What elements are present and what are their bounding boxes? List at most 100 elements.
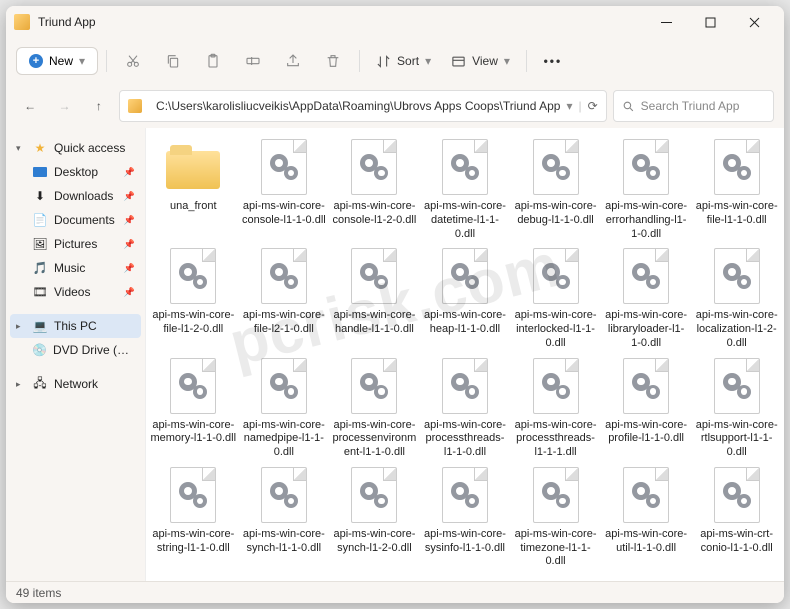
view-label: View [472,54,498,68]
up-button[interactable]: ↑ [85,90,113,122]
navigation-pane: ▾★Quick access Desktop📌 ⬇Downloads📌 📄Doc… [6,128,146,581]
new-button[interactable]: + New ▾ [16,47,98,75]
star-icon: ★ [32,140,48,156]
file-item[interactable]: api-ms-win-core-handle-l1-1-0.dll [331,247,417,350]
dvd-icon: 💿 [32,342,47,358]
dll-file-icon [527,357,585,415]
file-item[interactable]: api-ms-win-core-heap-l1-1-0.dll [422,247,508,350]
file-item[interactable]: api-ms-win-core-datetime-l1-1-0.dll [422,138,508,241]
maximize-button[interactable] [688,7,732,37]
file-item[interactable]: api-ms-win-core-console-l1-1-0.dll [241,138,327,241]
file-item[interactable]: api-ms-win-core-file-l1-1-0.dll [694,138,780,241]
music-icon: 🎵 [32,260,48,276]
refresh-button[interactable]: ⟳ [588,99,598,113]
folder-icon [164,138,222,196]
folder-item[interactable]: una_front [150,138,236,241]
dll-file-icon [708,466,766,524]
file-item[interactable]: api-ms-win-core-string-l1-1-0.dll [150,466,236,569]
minimize-button[interactable] [644,7,688,37]
file-name: api-ms-win-core-rtlsupport-l1-1-0.dll [694,419,780,460]
file-item[interactable]: api-ms-win-core-memory-l1-1-0.dll [150,357,236,460]
file-name: api-ms-win-core-namedpipe-l1-1-0.dll [241,419,327,460]
file-item[interactable]: api-ms-win-core-util-l1-1-0.dll [603,466,689,569]
chevron-down-icon: ▾ [425,54,431,68]
window-title: Triund App [38,15,644,29]
back-button[interactable]: ← [16,90,44,122]
file-name: api-ms-win-core-interlocked-l1-1-0.dll [513,309,599,350]
file-name: api-ms-win-core-handle-l1-1-0.dll [331,309,417,337]
dll-file-icon [708,247,766,305]
dll-file-icon [617,138,675,196]
file-item[interactable]: api-ms-win-core-processenvironment-l1-1-… [331,357,417,460]
plus-icon: + [29,54,43,68]
file-pane[interactable]: una_frontapi-ms-win-core-console-l1-1-0.… [146,128,784,581]
dll-file-icon [436,466,494,524]
file-name: api-ms-win-crt-conio-l1-1-0.dll [694,528,780,556]
sidebar-item-quick-access[interactable]: ▾★Quick access [10,136,141,160]
network-icon: 🖧 [32,376,48,392]
file-item[interactable]: api-ms-win-crt-conio-l1-1-0.dll [694,466,780,569]
more-button[interactable]: ••• [535,44,571,78]
file-name: api-ms-win-core-file-l1-2-0.dll [150,309,236,337]
paste-button[interactable] [195,44,231,78]
documents-icon: 📄 [32,212,48,228]
dll-file-icon [164,357,222,415]
chevron-down-icon[interactable]: ▾ [566,99,572,113]
dll-file-icon [527,466,585,524]
file-item[interactable]: api-ms-win-core-timezone-l1-1-0.dll [513,466,599,569]
sidebar-item-network[interactable]: ▸🖧Network [10,372,141,396]
sidebar-item-downloads[interactable]: ⬇Downloads📌 [10,184,141,208]
file-item[interactable]: api-ms-win-core-profile-l1-1-0.dll [603,357,689,460]
file-item[interactable]: api-ms-win-core-debug-l1-1-0.dll [513,138,599,241]
file-item[interactable]: api-ms-win-core-synch-l1-1-0.dll [241,466,327,569]
dll-file-icon [708,138,766,196]
file-name: api-ms-win-core-console-l1-2-0.dll [331,200,417,228]
delete-button[interactable] [315,44,351,78]
file-item[interactable]: api-ms-win-core-file-l2-1-0.dll [241,247,327,350]
dll-file-icon [345,247,403,305]
pin-icon: 📌 [124,287,135,298]
search-input[interactable]: Search Triund App [613,90,774,122]
file-item[interactable]: api-ms-win-core-localization-l1-2-0.dll [694,247,780,350]
desktop-icon [32,164,48,180]
app-icon [14,14,30,30]
file-item[interactable]: api-ms-win-core-interlocked-l1-1-0.dll [513,247,599,350]
sort-button[interactable]: Sort ▾ [368,48,439,75]
sidebar-item-music[interactable]: 🎵Music📌 [10,256,141,280]
sidebar-item-videos[interactable]: 🎞Videos📌 [10,280,141,304]
file-item[interactable]: api-ms-win-core-processthreads-l1-1-0.dl… [422,357,508,460]
cut-button[interactable] [115,44,151,78]
copy-button[interactable] [155,44,191,78]
dll-file-icon [527,247,585,305]
close-button[interactable] [732,7,776,37]
dll-file-icon [345,138,403,196]
view-button[interactable]: View ▾ [443,48,518,75]
dll-file-icon [255,247,313,305]
share-button[interactable] [275,44,311,78]
address-bar[interactable]: C:\Users\karolisliucveikis\AppData\Roami… [119,90,607,122]
file-item[interactable]: api-ms-win-core-rtlsupport-l1-1-0.dll [694,357,780,460]
file-item[interactable]: api-ms-win-core-file-l1-2-0.dll [150,247,236,350]
file-item[interactable]: api-ms-win-core-namedpipe-l1-1-0.dll [241,357,327,460]
sidebar-item-this-pc[interactable]: ▸💻This PC [10,314,141,338]
sidebar-item-documents[interactable]: 📄Documents📌 [10,208,141,232]
file-name: api-ms-win-core-debug-l1-1-0.dll [513,200,599,228]
sidebar-item-desktop[interactable]: Desktop📌 [10,160,141,184]
file-item[interactable]: api-ms-win-core-synch-l1-2-0.dll [331,466,417,569]
file-item[interactable]: api-ms-win-core-errorhandling-l1-1-0.dll [603,138,689,241]
file-item[interactable]: api-ms-win-core-console-l1-2-0.dll [331,138,417,241]
downloads-icon: ⬇ [32,188,48,204]
file-item[interactable]: api-ms-win-core-sysinfo-l1-1-0.dll [422,466,508,569]
folder-icon [128,99,142,113]
file-item[interactable]: api-ms-win-core-libraryloader-l1-1-0.dll [603,247,689,350]
pin-icon: 📌 [124,239,135,250]
rename-button[interactable] [235,44,271,78]
forward-button[interactable]: → [50,90,78,122]
file-item[interactable]: api-ms-win-core-processthreads-l1-1-1.dl… [513,357,599,460]
file-name: api-ms-win-core-processthreads-l1-1-1.dl… [513,419,599,460]
sidebar-item-dvd[interactable]: 💿DVD Drive (D:) CCCC [10,338,141,362]
dll-file-icon [617,247,675,305]
file-name: api-ms-win-core-synch-l1-2-0.dll [331,528,417,556]
dll-file-icon [255,466,313,524]
sidebar-item-pictures[interactable]: 🖼Pictures📌 [10,232,141,256]
